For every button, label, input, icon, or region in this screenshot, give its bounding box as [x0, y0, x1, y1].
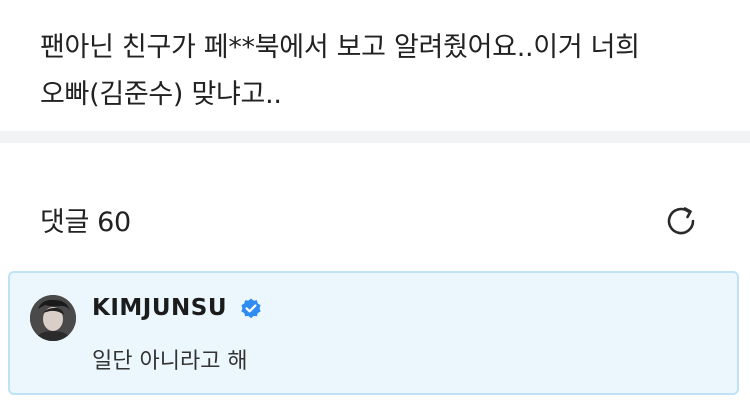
- comments-count: 60: [97, 207, 131, 238]
- highlighted-comment[interactable]: KIMJUNSU 일단 아니라고 해: [8, 271, 739, 395]
- post-body-line: 팬아닌 친구가 페**북에서 보고 알려줬어요..이거 너희: [40, 32, 640, 63]
- verified-badge-icon: [241, 298, 261, 319]
- section-divider: [0, 131, 750, 143]
- comment-text: 일단 아니라고 해: [92, 349, 248, 374]
- post-body-line: 오빠(김준수) 맞냐고..: [40, 79, 282, 110]
- post-body: 팬아닌 친구가 페**북에서 보고 알려줬어요..이거 너희 오빠(김준수) 맞…: [40, 24, 720, 118]
- refresh-icon: [667, 207, 695, 235]
- avatar[interactable]: [30, 295, 76, 341]
- comment-author[interactable]: KIMJUNSU: [92, 295, 227, 321]
- comments-label: 댓글: [40, 207, 90, 238]
- refresh-button[interactable]: [659, 199, 703, 243]
- comments-header: 댓글 60: [40, 200, 131, 239]
